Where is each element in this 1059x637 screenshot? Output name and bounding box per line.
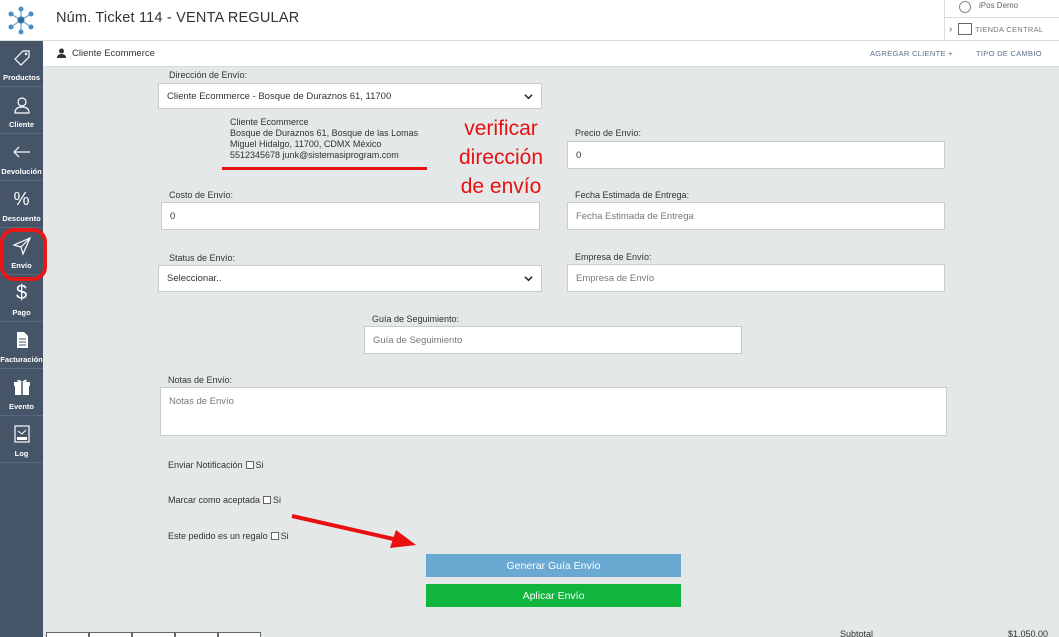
footer-tab[interactable] — [175, 632, 218, 637]
footer-tabs — [46, 632, 261, 637]
user-avatar-icon — [959, 1, 971, 13]
address-line: Bosque de Duraznos 61, Bosque de las Lom… — [230, 128, 419, 138]
address-line: 5512345678 junk@sistemasiprogram.com — [230, 150, 399, 160]
sidebar-item-devolucion[interactable]: Devolución — [0, 135, 43, 181]
annotation-line: verificar — [464, 117, 538, 140]
company-label: Empresa de Envío: — [575, 252, 652, 262]
sidebar-item-productos[interactable]: Productos — [0, 41, 43, 87]
footer-tab[interactable] — [132, 632, 175, 637]
tracking-label: Guía de Seguimiento: — [372, 314, 460, 324]
gift-checkbox[interactable] — [270, 532, 279, 540]
account-panel: iPos Demo › TIENDA CENTRAL — [944, 0, 1059, 41]
address-label: Dirección de Envío: — [169, 70, 248, 80]
subtotal-value: $1,050.00 — [1008, 629, 1049, 637]
sidebar-item-pago[interactable]: $ Pago — [0, 276, 43, 322]
address-details: Cliente Ecommerce Bosque de Duraznos 61,… — [230, 117, 418, 161]
address-select[interactable]: Cliente Ecommerce - Bosque de Duraznos 6… — [158, 83, 542, 109]
exchange-rate-link[interactable]: TIPO DE CAMBIO — [976, 49, 1042, 58]
sidebar-item-label: Devolución — [1, 167, 42, 176]
dollar-icon: $ — [15, 281, 28, 304]
footer-tab[interactable] — [218, 632, 261, 637]
gift-row: Este pedido es un regalo Si — [168, 531, 289, 541]
apply-shipping-button[interactable]: Aplicar Envío — [426, 584, 681, 607]
date-input[interactable]: Fecha Estimada de Entrega — [567, 202, 945, 230]
footer-tab[interactable] — [89, 632, 132, 637]
user-name: iPos Demo — [979, 1, 1019, 10]
sidebar: Productos Cliente Devolución % Descuento… — [0, 41, 43, 637]
sidebar-item-evento[interactable]: Evento — [0, 370, 43, 416]
log-icon — [0, 423, 43, 445]
annotation-arrow-icon — [291, 514, 416, 548]
gift-icon — [0, 376, 43, 398]
address-line: Miguel Hidalgo, 11700, CDMX México — [230, 139, 382, 149]
annotation-text: verificar dirección de envío — [447, 114, 555, 201]
sidebar-item-log[interactable]: Log — [0, 417, 43, 463]
cost-input[interactable]: 0 — [161, 202, 540, 230]
sidebar-item-label: Envío — [11, 261, 32, 270]
notify-checkbox[interactable] — [245, 461, 254, 469]
arrow-left-icon — [0, 141, 43, 163]
document-icon — [0, 329, 43, 351]
notify-row: Enviar Notificación Si — [168, 460, 264, 470]
sidebar-item-label: Cliente — [8, 120, 34, 129]
address-select-value: Cliente Ecommerce - Bosque de Duraznos 6… — [167, 90, 392, 102]
notify-label: Enviar Notificación — [168, 460, 243, 470]
user-icon — [0, 94, 43, 116]
accept-row: Marcar como aceptada Si — [168, 495, 281, 505]
company-input[interactable]: Empresa de Envío — [567, 264, 945, 292]
sidebar-item-label: Log — [14, 449, 29, 458]
gift-label: Este pedido es un regalo — [168, 531, 268, 541]
client-person-icon — [57, 48, 66, 58]
paper-plane-icon — [0, 235, 43, 257]
app-logo-icon[interactable] — [6, 5, 36, 35]
price-input[interactable]: 0 — [567, 141, 945, 169]
percent-icon: % — [13, 188, 30, 209]
tag-icon — [0, 47, 43, 69]
client-name: Cliente Ecommerce — [72, 48, 155, 59]
add-client-link[interactable]: AGREGAR CLIENTE + — [870, 49, 953, 58]
sidebar-item-label: Productos — [2, 73, 41, 82]
notes-textarea[interactable]: Notas de Envío — [160, 387, 947, 436]
sidebar-item-cliente[interactable]: Cliente — [0, 88, 43, 134]
subtotal-label: Subtotal — [840, 629, 874, 637]
notify-yes-label: Si — [255, 460, 264, 470]
generate-guide-button[interactable]: Generar Guía Envío — [426, 554, 681, 577]
status-select[interactable]: Seleccionar.. — [158, 265, 542, 292]
client-bar: Cliente Ecommerce AGREGAR CLIENTE + TIPO… — [43, 41, 1059, 67]
cost-label: Costo de Envío: — [169, 190, 234, 200]
footer-tab[interactable] — [46, 632, 89, 637]
store-selector[interactable]: › TIENDA CENTRAL — [945, 20, 1059, 40]
gift-yes-label: Si — [280, 531, 289, 541]
sidebar-item-envio[interactable]: Envío — [0, 229, 43, 275]
accept-label: Marcar como aceptada — [168, 495, 261, 505]
sidebar-item-label: Facturación — [0, 355, 43, 364]
store-name: TIENDA CENTRAL — [975, 25, 1044, 34]
sidebar-item-label: Pago — [12, 308, 31, 317]
sidebar-item-label: Evento — [8, 402, 34, 411]
top-bar: Núm. Ticket 114 - VENTA REGULAR iPos Dem… — [0, 0, 1059, 41]
status-label: Status de Envío: — [169, 253, 236, 263]
price-label: Precio de Envío: — [575, 128, 642, 138]
address-line: Cliente Ecommerce — [230, 117, 309, 127]
page-title: Núm. Ticket 114 - VENTA REGULAR — [56, 10, 300, 26]
sidebar-item-facturacion[interactable]: Facturación — [0, 323, 43, 369]
sidebar-item-label: Descuento — [2, 214, 41, 223]
accept-yes-label: Si — [273, 495, 282, 505]
annotation-underline — [222, 167, 427, 170]
chevron-down-icon — [524, 93, 533, 99]
chevron-right-icon: › — [949, 24, 953, 35]
accept-checkbox[interactable] — [263, 496, 272, 504]
tracking-input[interactable]: Guía de Seguimiento — [364, 326, 742, 354]
annotation-line: de envío — [460, 175, 542, 198]
annotation-line: dirección — [458, 146, 544, 169]
sidebar-item-descuento[interactable]: % Descuento — [0, 182, 43, 228]
status-select-value: Seleccionar.. — [167, 273, 222, 284]
user-menu[interactable]: iPos Demo — [945, 0, 1059, 18]
chevron-down-icon — [524, 276, 533, 282]
notes-label: Notas de Envío: — [168, 375, 233, 385]
date-label: Fecha Estimada de Entrega: — [575, 190, 690, 200]
store-icon — [958, 23, 972, 35]
